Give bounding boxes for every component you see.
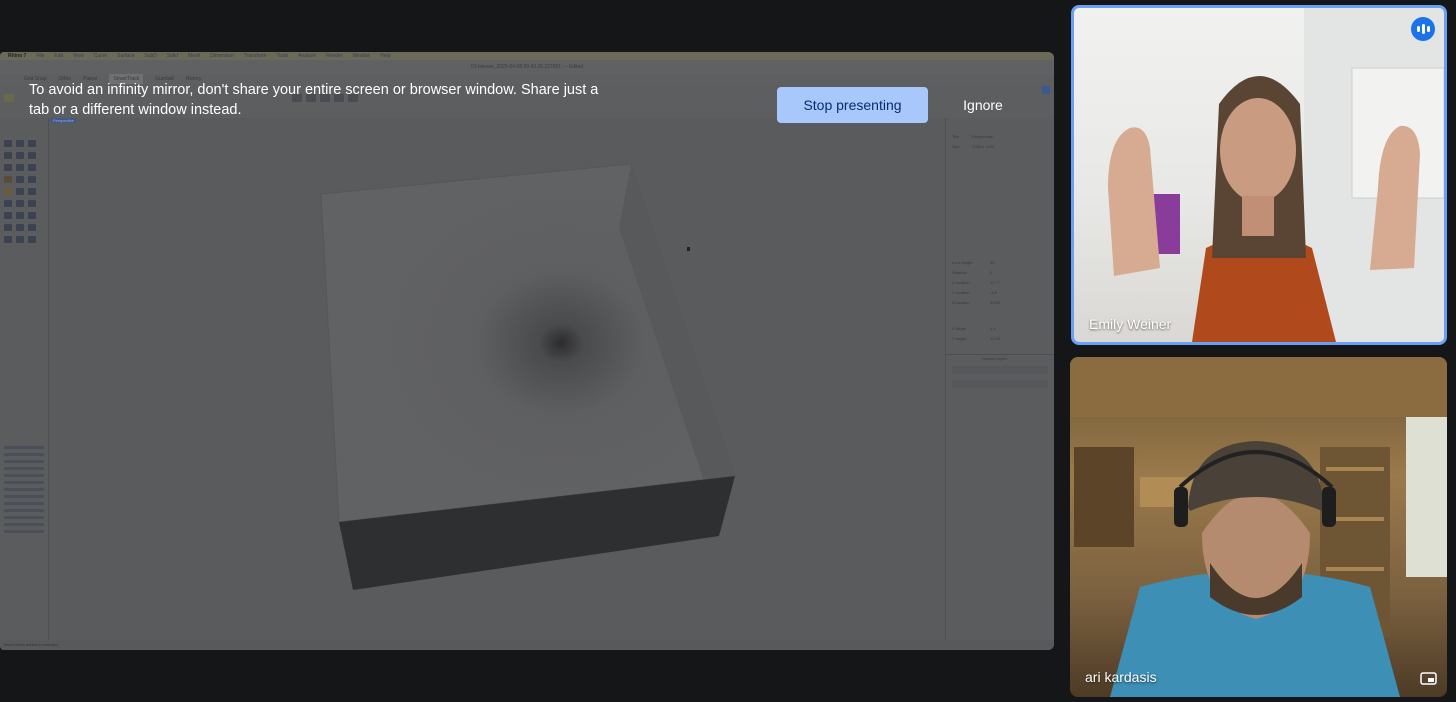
layers-panel-title: Panels Layers [982,356,1008,361]
prop-label: Size [952,144,960,149]
properties-panel: Title Perspective Size 2783 x 1023 Lens … [945,118,1054,650]
tool-icon [16,164,24,171]
participant-name: Emily Weiner [1089,316,1172,332]
tool-icon [28,176,36,183]
tool-icon [28,152,36,159]
terrain-box-model [320,163,736,590]
prop-value: 12.77 [990,280,1001,285]
picture-in-picture-icon[interactable] [1420,672,1437,685]
participant-video [1070,357,1447,697]
prop-label: Y target [952,336,966,341]
participant-video [1108,8,1444,342]
tool-icon [28,224,36,231]
participant-tile-emily[interactable]: Emily Weiner [1071,5,1447,345]
participant-tile-ari[interactable]: ari kardasis [1070,357,1447,697]
prop-value: 12.33 [990,336,1001,341]
tool-icon [4,224,12,231]
menu-item: Window [352,53,371,59]
menu-item: Dimension [210,53,234,59]
menu-item: SubD [144,53,157,59]
menu-item: Edit [54,53,64,59]
prop-label: Lens length [952,260,973,265]
prop-value: 33.99 [990,300,1001,305]
menu-item: Surface [117,53,135,59]
tool-icon [16,188,24,195]
tool-icon [28,164,36,171]
tool-icon [4,152,12,159]
layers-toolbar [952,366,1048,374]
tool-icon [4,188,12,195]
menu-item: View [73,53,84,59]
panel-toggle-icon [1042,86,1050,94]
prop-value: 0 [990,270,993,275]
tool-icon [28,140,36,147]
infinity-mirror-warning: To avoid an infinity mirror, don't share… [29,82,599,118]
perspective-viewport: Perspective [49,118,945,638]
menu-item: Mesh [188,53,201,59]
prop-label: Title [952,134,960,139]
tool-icon [4,164,12,171]
tool-icon [4,212,12,219]
prop-label: Z location [952,300,970,305]
mac-menu-bar: Rhino 7 File Edit View Curve Surface Sub… [0,52,1054,60]
menu-item: Curve [93,53,108,59]
prop-value: -4.6 [990,290,997,295]
tool-palette [0,118,49,650]
menu-item: Tools [276,53,289,59]
ignore-button[interactable]: Ignore [938,87,1028,123]
tool-icon [16,176,24,183]
document-title: 01-lelesse_2025-04-08 09.43.26.227891 — … [0,60,1054,74]
tool-icon [4,176,12,183]
tool-icon [16,212,24,219]
mouse-cursor-icon [687,247,690,251]
menu-item: Help [380,53,391,59]
prop-value: 4.4 [990,326,996,331]
osnap-list [0,444,48,624]
open-icon [4,94,14,102]
menu-item: File [36,53,45,59]
speaking-indicator-icon [1411,17,1435,41]
layers-toolbar [952,380,1048,388]
menu-item: Transform [243,53,267,59]
tool-icon [4,140,12,147]
menu-item: Analyze [298,53,316,59]
shared-screen-preview: Rhino 7 File Edit View Curve Surface Sub… [0,52,1054,650]
tool-icon [4,236,12,243]
status-bar: Invert mesh added to selection [0,640,1054,650]
prop-label: X target [952,326,967,331]
menu-item: Render [325,53,343,59]
tool-icon [16,152,24,159]
prop-label: X location [952,280,970,285]
prop-label: Y location [952,290,970,295]
menu-item: Solid [166,53,178,59]
prop-value: Perspective [972,134,993,139]
tool-icon [28,188,36,195]
prop-label: Rotation [952,270,967,275]
menu-item: Rhino 7 [8,53,27,59]
stop-presenting-button[interactable]: Stop presenting [777,87,928,123]
prop-value: 50 [990,260,995,265]
tool-icon [28,200,36,207]
tool-icon [28,236,36,243]
tool-icon [16,224,24,231]
tool-icon [16,140,24,147]
participant-name: ari kardasis [1085,669,1157,685]
tool-icon [16,200,24,207]
prop-value: 2783 x 1023 [972,144,995,149]
tool-icon [4,200,12,207]
tool-icon [16,236,24,243]
tool-icon [28,212,36,219]
